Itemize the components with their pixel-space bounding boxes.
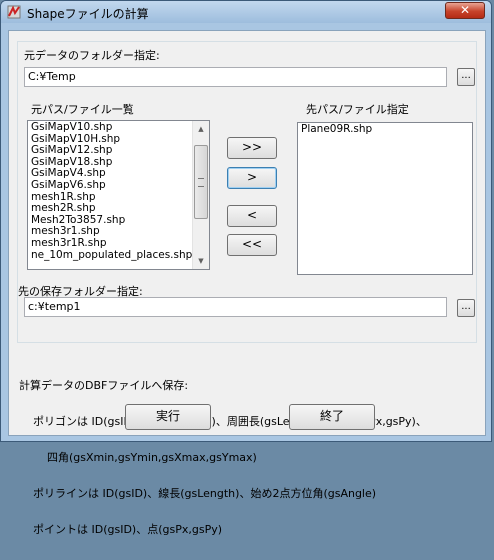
window-title: Shapeファイルの計算 xyxy=(27,7,149,21)
dest-file-list[interactable]: Plane09R.shp xyxy=(297,122,473,275)
title-bar[interactable]: Shapeファイルの計算 ✕ xyxy=(1,1,491,23)
dest-folder-browse-button[interactable]: ... xyxy=(457,299,475,317)
scroll-up-arrow-icon[interactable]: ▲ xyxy=(193,121,209,137)
app-icon xyxy=(7,5,21,19)
source-list-scrollbar[interactable]: ▲ ▼ xyxy=(192,121,209,269)
list-item[interactable]: GsiMapV10.shp xyxy=(28,121,209,134)
info-line-polyline: ポリラインは ID(gsID)、線長(gsLength)、始め2点方位角(gsA… xyxy=(19,487,377,500)
source-folder-input[interactable]: C:¥Temp xyxy=(24,67,447,87)
info-line-point: ポイントは ID(gsID)、点(gsPx,gsPy) xyxy=(19,523,222,536)
info-line-heading: 計算データのDBFファイルへ保存: xyxy=(19,379,189,392)
list-item[interactable]: Plane09R.shp xyxy=(298,123,472,136)
source-file-list[interactable]: GsiMapV10.shp GsiMapV10H.shp GsiMapV12.shp… xyxy=(27,120,210,270)
dbf-save-info: 計算データのDBFファイルへ保存: ポリゴンは ID(gsID)、面積(gsAr… xyxy=(19,356,427,560)
source-folder-browse-button[interactable]: ... xyxy=(457,68,475,86)
add-one-button[interactable]: > xyxy=(227,167,277,189)
scrollbar-thumb[interactable] xyxy=(194,145,208,219)
scroll-down-arrow-icon[interactable]: ▼ xyxy=(193,253,209,269)
source-folder-label: 元データのフォルダー指定: xyxy=(24,49,160,62)
close-icon: ✕ xyxy=(459,3,471,17)
close-button[interactable]: ✕ xyxy=(445,2,485,19)
exit-button[interactable]: 終了 xyxy=(289,404,375,430)
dest-list-label: 先パス/ファイル指定 xyxy=(306,103,409,116)
scrollbar-grip-icon xyxy=(198,178,204,187)
list-item[interactable]: ne_10m_populated_places.shp xyxy=(28,249,209,262)
info-line-polygon-bbox: 四角(gsXmin,gsYmin,gsXmax,gsYmax) xyxy=(19,451,257,464)
list-item[interactable]: mesh3r1R.shp xyxy=(28,237,209,250)
dialog-client-area: 元データのフォルダー指定: C:¥Temp ... 元パス/ファイル一覧 先パス… xyxy=(8,30,486,536)
list-item[interactable]: GsiMapV6.shp xyxy=(28,179,209,192)
source-list-label: 元パス/ファイル一覧 xyxy=(31,103,134,116)
dialog-window: Shapeファイルの計算 ✕ 元データのフォルダー指定: C:¥Temp ...… xyxy=(0,0,492,536)
remove-one-button[interactable]: < xyxy=(227,205,277,227)
remove-all-button[interactable]: << xyxy=(227,234,277,256)
list-item[interactable]: mesh2R.shp xyxy=(28,203,209,215)
add-all-button[interactable]: >> xyxy=(227,137,277,159)
run-button[interactable]: 実行 xyxy=(125,404,211,430)
dest-folder-input[interactable]: c:¥temp1 xyxy=(24,297,447,317)
